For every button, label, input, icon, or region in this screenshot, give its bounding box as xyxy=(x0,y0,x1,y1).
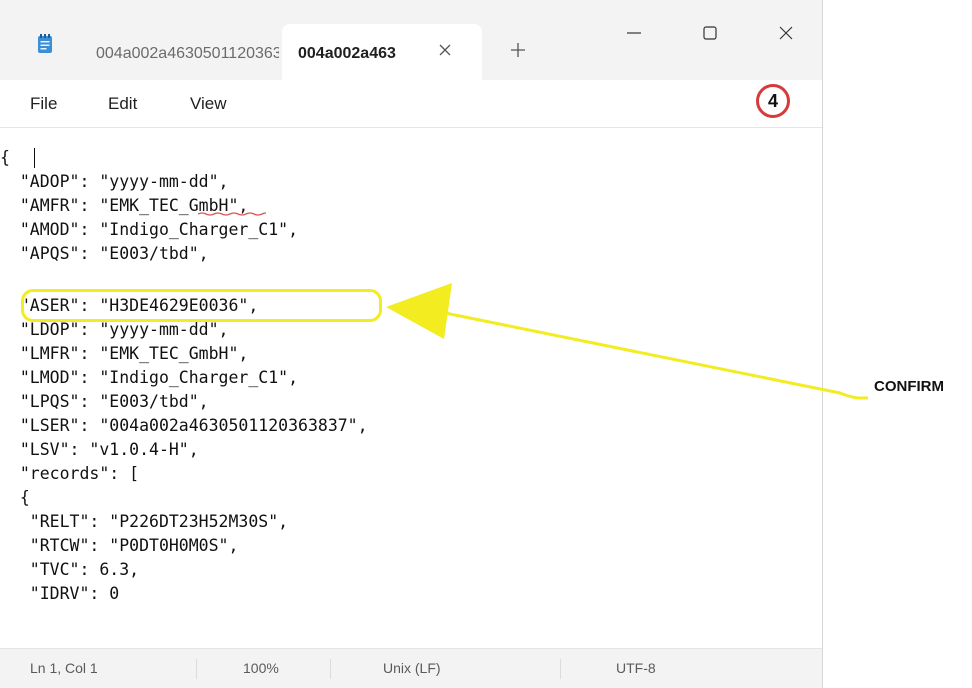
code-line: "RTCW": "P0DT0H0M0S", xyxy=(0,536,239,555)
status-bar: Ln 1, Col 1 100% Unix (LF) UTF-8 xyxy=(0,648,822,688)
annotation-label: CONFIRM xyxy=(874,378,944,395)
notepad-icon xyxy=(38,34,52,53)
code-line: { xyxy=(0,488,30,507)
callout-badge: 4 xyxy=(756,84,790,118)
divider xyxy=(330,659,331,679)
close-icon[interactable] xyxy=(435,40,455,60)
zoom-level[interactable]: 100% xyxy=(243,660,279,676)
tab-label: 004a002a4630501120363837 xyxy=(96,45,279,62)
code-line: "TVC": 6.3, xyxy=(0,560,140,579)
divider xyxy=(560,659,561,679)
spellcheck-underline xyxy=(198,212,266,216)
code-line: "RELT": "P226DT23H52M30S", xyxy=(0,512,289,531)
code-line: "IDRV": 0 xyxy=(0,584,120,603)
code-line: "AMOD": "Indigo_Charger_C1", xyxy=(0,220,299,239)
notepad-window: 004a002a4630501120363837 004a002a463 Fil… xyxy=(0,0,823,688)
code-line: "LSER": "004a002a4630501120363837", xyxy=(0,416,368,435)
menu-file[interactable]: File xyxy=(30,94,57,114)
text-editor[interactable]: { "ADOP": "yyyy-mm-dd", "AMFR": "EMK_TEC… xyxy=(0,128,822,648)
menu-view[interactable]: View xyxy=(190,94,227,114)
maximize-icon[interactable] xyxy=(690,16,730,50)
code-line: "records": [ xyxy=(0,464,140,483)
code-line: "LMFR": "EMK_TEC_GmbH", xyxy=(0,344,249,363)
code-line: "ADOP": "yyyy-mm-dd", xyxy=(0,172,229,191)
code-line: "APQS": "E003/tbd", xyxy=(0,244,209,263)
encoding[interactable]: UTF-8 xyxy=(616,660,656,676)
code-line: { xyxy=(0,148,10,167)
divider xyxy=(196,659,197,679)
tab-label: 004a002a463 xyxy=(298,45,396,62)
menu-edit[interactable]: Edit xyxy=(108,94,137,114)
minimize-icon[interactable] xyxy=(614,16,654,50)
close-icon[interactable] xyxy=(766,16,806,50)
tab-file-2-active[interactable]: 004a002a463 xyxy=(282,24,482,80)
code-line: "LPQS": "E003/tbd", xyxy=(0,392,209,411)
text-cursor xyxy=(34,148,35,168)
tab-file-1[interactable]: 004a002a4630501120363837 xyxy=(78,24,282,80)
cursor-position[interactable]: Ln 1, Col 1 xyxy=(30,660,98,676)
menu-bar: File Edit View xyxy=(0,80,822,128)
line-ending[interactable]: Unix (LF) xyxy=(383,660,441,676)
title-bar: 004a002a4630501120363837 004a002a463 xyxy=(0,0,822,80)
code-line: "LSV": "v1.0.4-H", xyxy=(0,440,199,459)
highlight-box xyxy=(21,289,382,322)
plus-icon[interactable] xyxy=(508,40,528,60)
code-line: "LMOD": "Indigo_Charger_C1", xyxy=(0,368,299,387)
